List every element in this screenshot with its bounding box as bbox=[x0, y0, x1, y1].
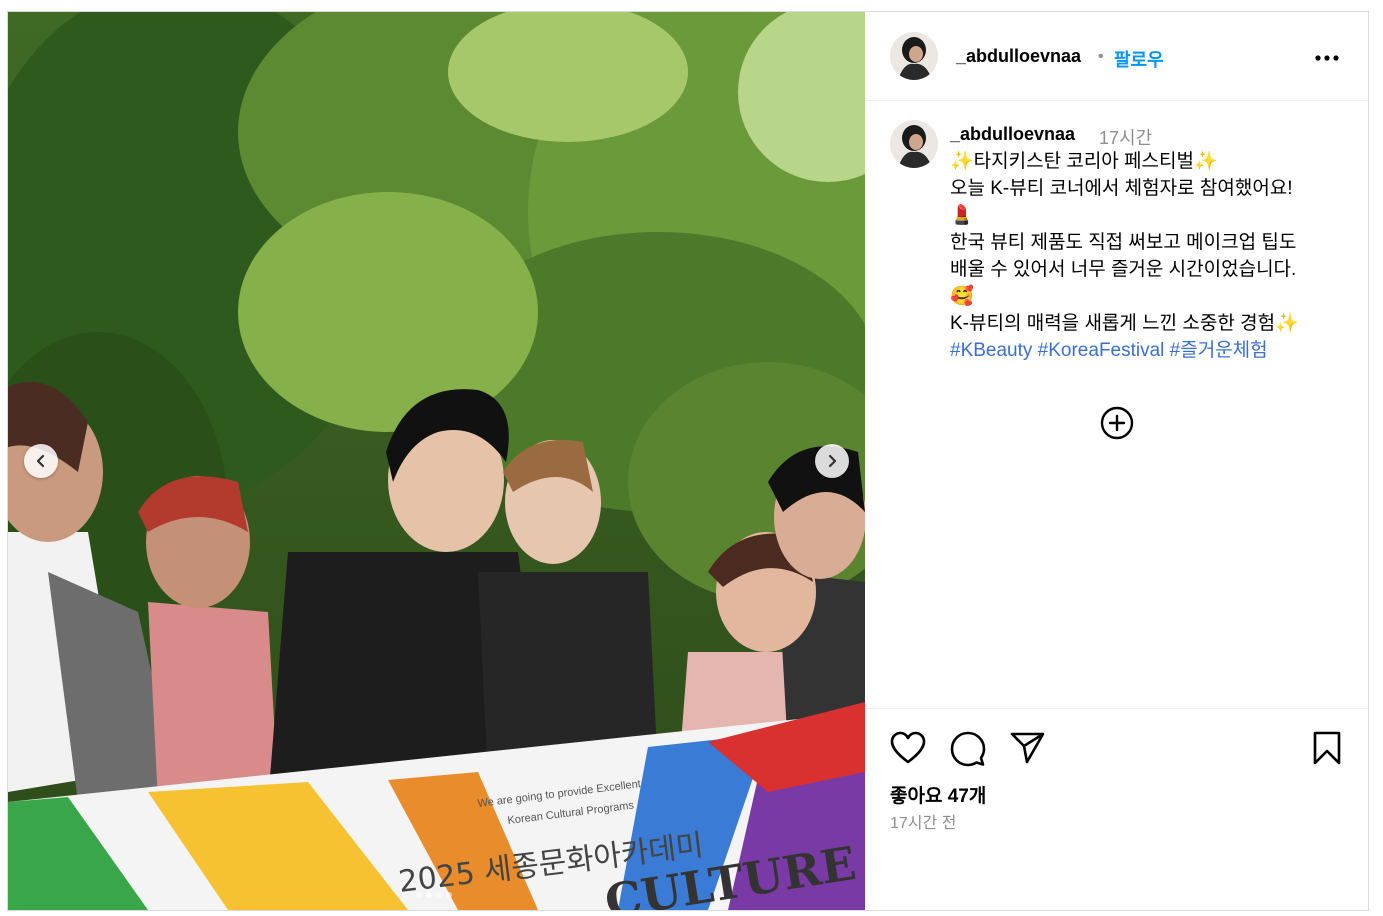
load-more-comments-button[interactable] bbox=[1100, 406, 1134, 440]
ellipsis-icon bbox=[1315, 55, 1339, 61]
save-button[interactable] bbox=[1312, 731, 1342, 770]
caption-line: 오늘 K-뷰티 코너에서 체험자로 참여했어요! bbox=[950, 178, 1293, 199]
post-header: _abdulloevnaa • 팔로우 bbox=[866, 12, 1368, 101]
bookmark-icon bbox=[1313, 731, 1341, 765]
comment-button[interactable] bbox=[950, 731, 986, 772]
avatar-image bbox=[890, 32, 938, 80]
carousel-indicator bbox=[416, 892, 452, 898]
paper-plane-icon bbox=[1010, 732, 1045, 764]
chevron-left-icon bbox=[36, 454, 45, 468]
post-side-panel: _abdulloevnaa • 팔로우 _abdulloevnaa 17시간 ✨… bbox=[866, 12, 1368, 910]
avatar[interactable] bbox=[890, 32, 938, 80]
caption-line: K-뷰티의 매력을 새롭게 느낀 소중한 경험✨ bbox=[950, 313, 1299, 334]
caption-username[interactable]: _abdulloevnaa bbox=[950, 124, 1075, 145]
photo-illustration: We are going to provide Excellent Korean… bbox=[8, 12, 865, 910]
post-timestamp[interactable]: 17시간 전 bbox=[890, 809, 956, 833]
caption-line: 💄 bbox=[950, 205, 974, 226]
follow-button[interactable]: 팔로우 bbox=[1114, 46, 1164, 72]
avatar-image bbox=[890, 120, 938, 168]
caption-timestamp[interactable]: 17시간 bbox=[1099, 124, 1152, 150]
carousel-dot bbox=[416, 892, 422, 898]
carousel-next-button[interactable] bbox=[815, 444, 849, 478]
header-username[interactable]: _abdulloevnaa bbox=[956, 46, 1081, 67]
caption-avatar[interactable] bbox=[890, 120, 938, 168]
like-count[interactable]: 좋아요 47개 bbox=[890, 781, 986, 808]
caption-line: 한국 뷰티 제품도 직접 써보고 메이크업 팁도 bbox=[950, 232, 1297, 253]
share-button[interactable] bbox=[1010, 731, 1046, 770]
chevron-right-icon bbox=[828, 454, 837, 468]
plus-circle-icon bbox=[1100, 406, 1134, 440]
like-button[interactable] bbox=[890, 731, 926, 770]
carousel-dot-active bbox=[426, 892, 432, 898]
header-separator: • bbox=[1098, 48, 1104, 65]
caption-text: ✨타지키스탄 코리아 페스티벌✨ 오늘 K-뷰티 코너에서 체험자로 참여했어요… bbox=[950, 148, 1355, 364]
more-options-button[interactable] bbox=[1314, 42, 1340, 68]
comment-bubble-icon bbox=[950, 731, 986, 767]
post-actions: 좋아요 47개 17시간 전 bbox=[866, 708, 1368, 911]
carousel-prev-button[interactable] bbox=[24, 444, 58, 478]
caption-line: 배울 수 있어서 너무 즐거운 시간이었습니다. bbox=[950, 259, 1297, 280]
heart-icon bbox=[890, 731, 926, 764]
caption-line: 🥰 bbox=[950, 286, 974, 307]
carousel-dot bbox=[436, 892, 442, 898]
post-photo[interactable]: We are going to provide Excellent Korean… bbox=[8, 12, 865, 910]
caption-hashtags[interactable]: #KBeauty #KoreaFestival #즐거운체험 bbox=[950, 337, 1355, 364]
carousel-dot bbox=[446, 892, 452, 898]
caption-line: ✨타지키스탄 코리아 페스티벌✨ bbox=[950, 151, 1218, 172]
